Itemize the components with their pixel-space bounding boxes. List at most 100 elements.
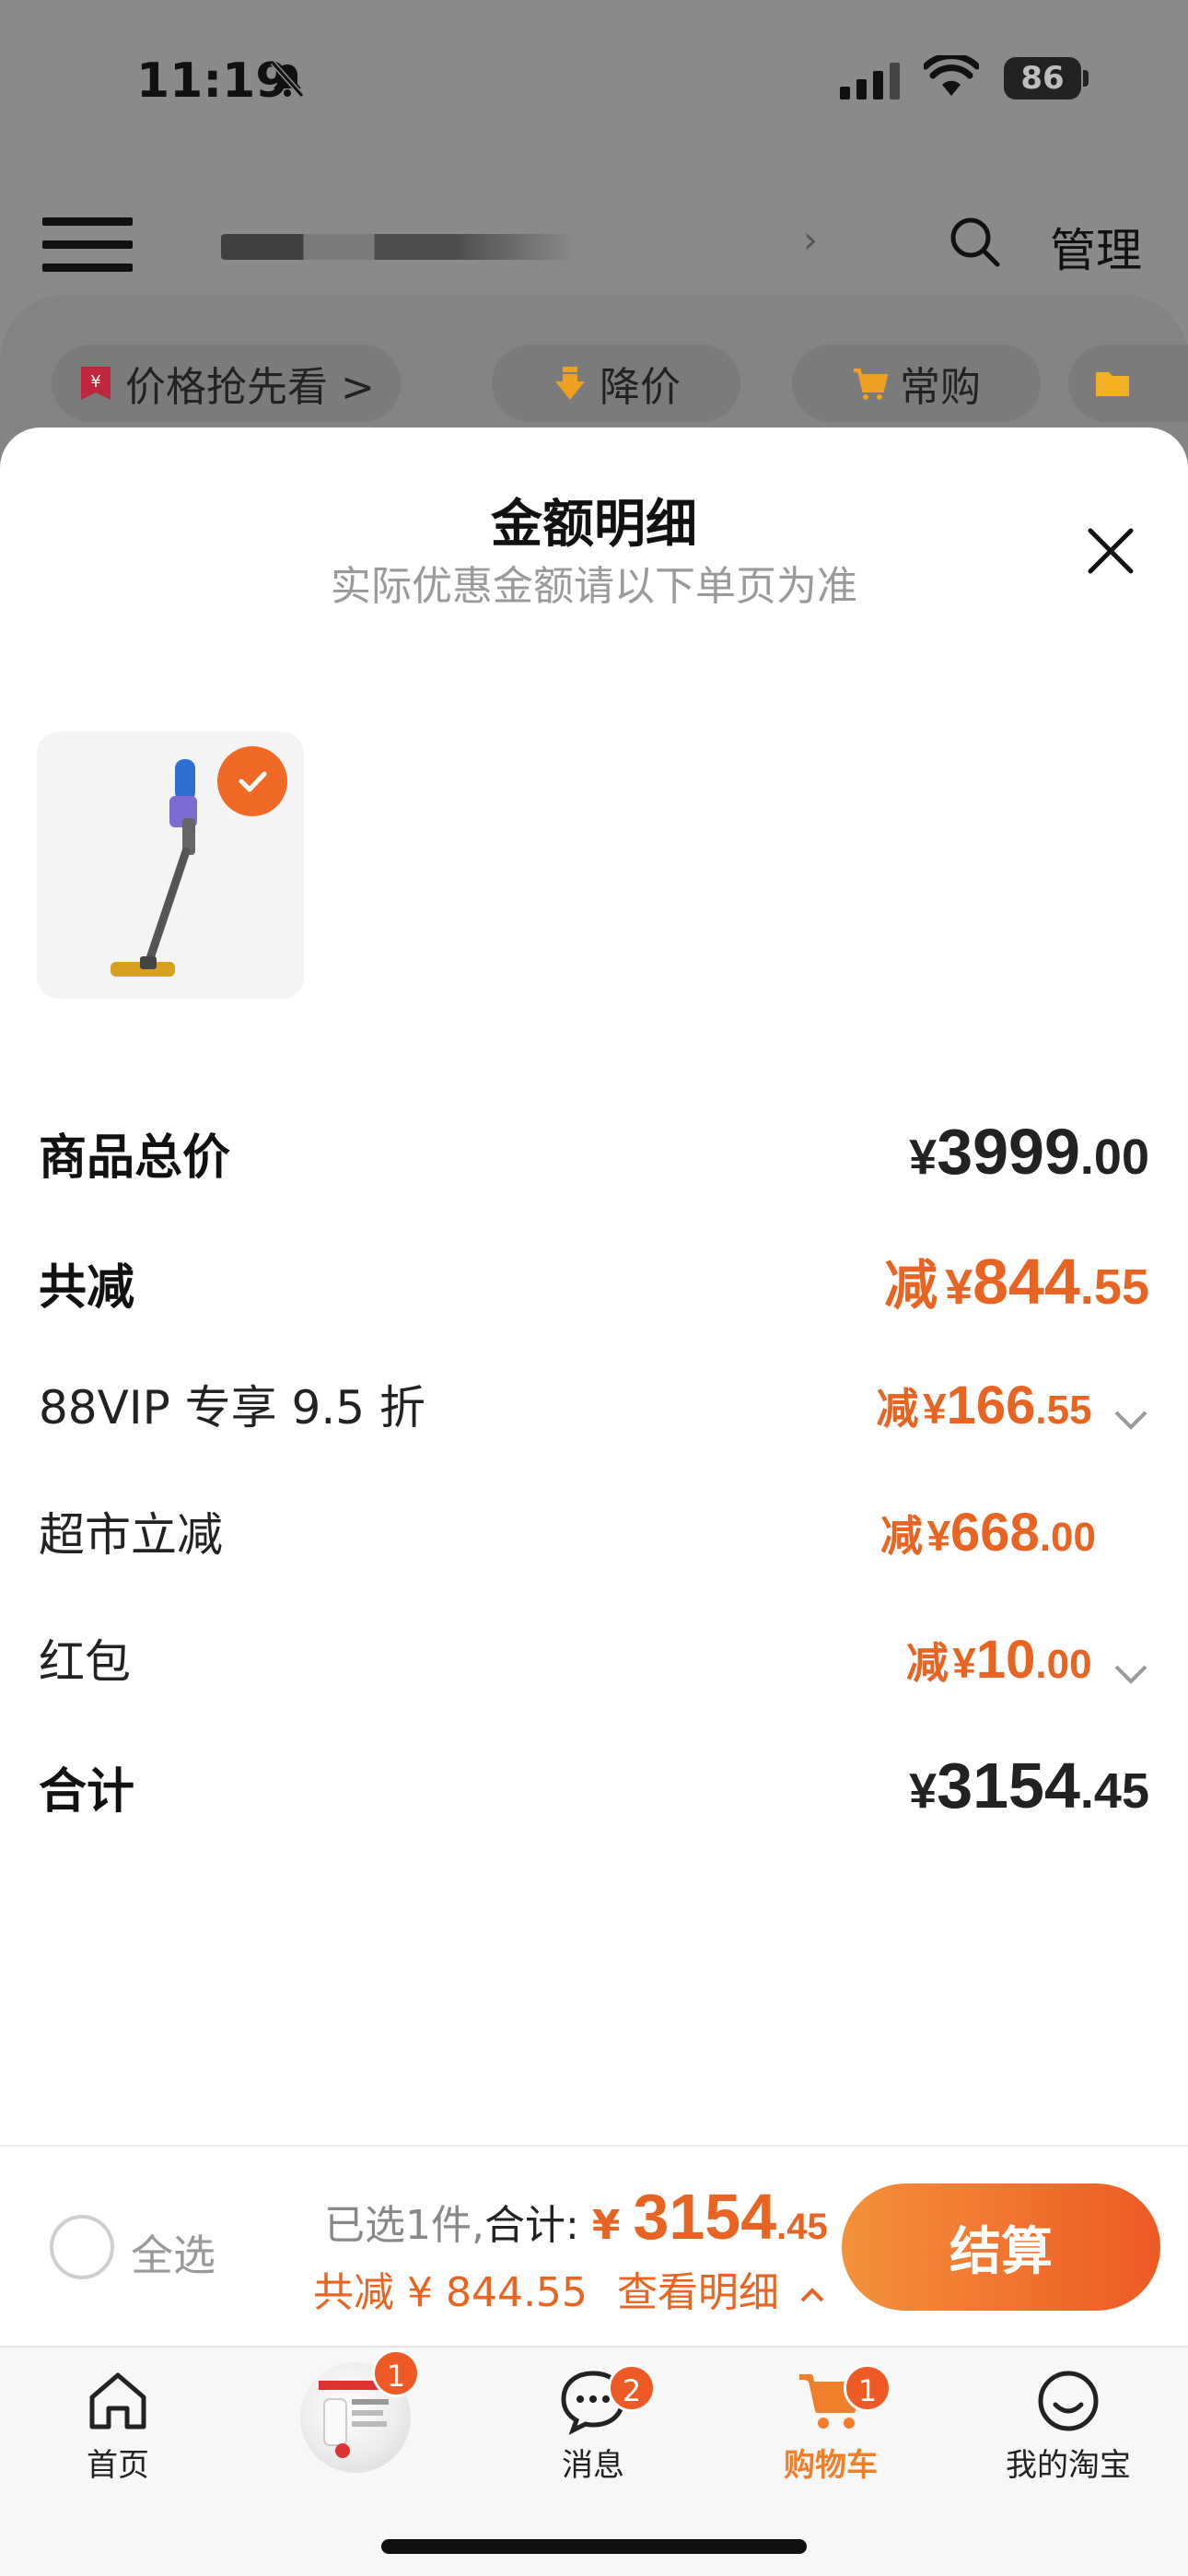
row-amount: 减 ¥844.55 (884, 1242, 1149, 1319)
down-arrow-icon (555, 367, 585, 400)
battery-tip (1083, 70, 1089, 87)
selected-summary: 已选1件,合计: ¥ 3154.45 (324, 2180, 828, 2254)
sheet-subtitle: 实际优惠金额请以下单页为准 (331, 563, 857, 610)
tab-profile[interactable]: 我的淘宝 (967, 2364, 1170, 2485)
row-amount: ¥3999.00 (909, 1115, 1149, 1188)
status-time: 11:19 (136, 53, 289, 109)
selected-check-icon[interactable] (217, 746, 287, 816)
amount-decimal: .00 (1039, 1515, 1096, 1560)
menu-icon[interactable] (42, 217, 133, 273)
total-currency: ¥ (591, 2202, 621, 2249)
home-indicator (381, 2539, 807, 2554)
row-label: 共减 (39, 1260, 135, 1316)
total-integer: 3154 (633, 2181, 777, 2253)
currency-symbol: ¥ (909, 1130, 938, 1185)
row-amount: 减 ¥10.00 (906, 1629, 1149, 1691)
amount-integer: 3999 (937, 1116, 1080, 1188)
currency-symbol: ¥ (923, 1385, 947, 1433)
row-grand-total: 合计 ¥3154.45 (39, 1749, 1149, 1822)
row-label: 超市立减 (39, 1508, 223, 1562)
cart-badge: 1 (844, 2364, 891, 2412)
tab-home[interactable]: 首页 (17, 2364, 219, 2485)
tab-label: 我的淘宝 (1006, 2447, 1131, 2484)
chevron-down-icon[interactable] (1112, 1662, 1149, 1686)
amount-integer: 3154 (937, 1750, 1080, 1821)
select-all-label[interactable]: 全选 (131, 2222, 215, 2283)
profile-icon (1038, 2371, 1099, 2431)
row-label: 红包 (39, 1635, 131, 1689)
discount-summary[interactable]: 共减 ¥ 844.55 查看明细 (313, 2259, 825, 2318)
signal-icon (840, 63, 900, 100)
amount-integer: 844 (973, 1246, 1080, 1317)
tab-messages[interactable]: 消息 2 (492, 2364, 694, 2485)
chevron-up-icon (800, 2288, 824, 2302)
select-all-checkbox[interactable] (50, 2215, 114, 2279)
amount-integer: 166 (946, 1376, 1036, 1435)
blurred-address (221, 234, 810, 260)
amount-detail-sheet: 金额明细 实际优惠金额请以下单页为准 商品总价 ¥3999.00 共减 减¥8 (0, 427, 1188, 2145)
tab-label: 购物车 (784, 2447, 878, 2484)
cart-icon (854, 369, 889, 400)
currency-symbol: ¥ (926, 1512, 951, 1560)
bell-muted-icon (270, 61, 305, 98)
promo-badge: 1 (372, 2349, 420, 2397)
tab-label: 消息 (562, 2447, 624, 2484)
row-label: 88VIP 专享 9.5 折 (39, 1381, 425, 1434)
amount-decimal: .00 (1079, 1130, 1149, 1185)
chip-label: 价格抢先看 > (125, 364, 375, 411)
chip-label: 常购 (900, 364, 981, 411)
cart-header: › 管理 (0, 193, 1188, 295)
checkout-bar: 全选 已选1件,合计: ¥ 3154.45 共减 ¥ 844.55 查看明细 结… (0, 2145, 1188, 2346)
manage-link[interactable]: 管理 (1050, 214, 1142, 280)
checkout-button[interactable]: 结算 (842, 2184, 1160, 2311)
row-subtotal: 商品总价 ¥3999.00 (39, 1115, 1149, 1188)
tab-label: 首页 (87, 2447, 149, 2484)
amount-decimal: .55 (1079, 1259, 1149, 1315)
chip-price-preview[interactable]: ¥ 价格抢先看 > (52, 345, 401, 422)
svg-text:¥: ¥ (90, 372, 100, 392)
row-red-packet[interactable]: 红包 减 ¥10.00 (39, 1625, 1149, 1692)
amount-integer: 10 (975, 1630, 1036, 1690)
amount-decimal: .55 (1035, 1388, 1092, 1433)
tab-cart[interactable]: 购物车 1 (729, 2364, 932, 2485)
message-badge: 2 (608, 2364, 656, 2412)
search-icon[interactable] (947, 214, 1002, 269)
discount-text: 共减 ¥ 844.55 (313, 2269, 588, 2316)
row-total-discount: 共减 减 ¥844.55 (39, 1242, 1149, 1319)
discount-prefix: 减 (880, 1512, 923, 1560)
amount-decimal: .00 (1035, 1642, 1092, 1687)
currency-symbol: ¥ (952, 1639, 976, 1687)
chevron-down-icon[interactable] (1112, 1408, 1149, 1432)
total-label: 合计: (483, 2202, 579, 2249)
chip-label: 降价 (600, 364, 681, 411)
total-decimal: .45 (776, 2207, 828, 2247)
discount-prefix: 减 (905, 1639, 949, 1687)
row-amount: 减 ¥166.55 (877, 1375, 1149, 1436)
status-bar: 11:19 86 (0, 0, 1188, 157)
row-amount: ¥3154.45 (909, 1749, 1149, 1822)
view-detail-link[interactable]: 查看明细 (617, 2269, 779, 2316)
row-amount: 减 ¥668.00 (880, 1502, 1096, 1563)
close-icon[interactable] (1083, 523, 1138, 579)
sheet-title: 金额明细 (491, 495, 697, 555)
home-icon (89, 2372, 146, 2430)
wifi-icon (924, 55, 979, 96)
row-supermarket-discount: 超市立减 减 ¥668.00 (39, 1498, 1149, 1564)
currency-symbol: ¥ (945, 1259, 973, 1315)
row-88vip-discount[interactable]: 88VIP 专享 9.5 折 减 ¥166.55 (39, 1371, 1149, 1437)
chip-price-drop[interactable]: 降价 (492, 345, 740, 422)
price-tag-icon: ¥ (81, 367, 111, 400)
battery-indicator: 86 (1004, 57, 1081, 100)
product-thumbnail[interactable] (37, 732, 304, 999)
amount-decimal: .45 (1079, 1763, 1149, 1819)
amount-integer: 668 (950, 1503, 1040, 1563)
chevron-right-icon: › (803, 219, 818, 262)
currency-symbol: ¥ (909, 1763, 938, 1819)
discount-prefix: 减 (876, 1385, 919, 1433)
selected-count: 已选1件, (324, 2202, 484, 2249)
chip-frequent[interactable]: 常购 (792, 345, 1041, 422)
discount-prefix: 减 (884, 1256, 938, 1316)
row-label: 合计 (39, 1764, 135, 1820)
folder-icon (1096, 372, 1129, 396)
chip-folder[interactable] (1068, 345, 1188, 422)
